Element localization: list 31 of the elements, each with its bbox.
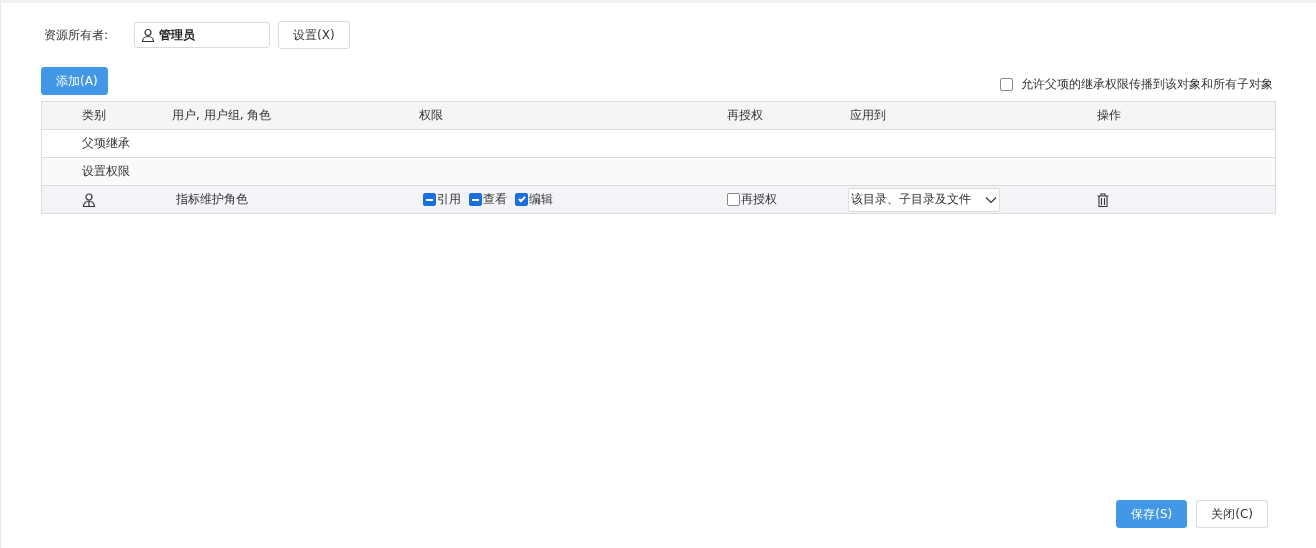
column-header: 操作	[1097, 107, 1122, 124]
regrant-label: 再授权	[741, 191, 777, 208]
permission-label: 编辑	[529, 191, 553, 208]
delete-icon[interactable]	[1097, 192, 1109, 207]
section-label: 设置权限	[81, 163, 131, 180]
set-owner-button[interactable]: 设置(X)	[278, 21, 350, 49]
permission-row[interactable]: 指标维护角色 引用 查看 编辑 再授权 该目录、子目录及文件	[42, 185, 1275, 213]
column-header: 用户, 用户组, 角色	[172, 107, 273, 124]
permission-label: 引用	[437, 191, 461, 208]
dialog-button[interactable]: 关闭(C)	[1196, 500, 1268, 528]
permission-checkbox[interactable]	[469, 193, 482, 206]
owner-name: 管理员	[159, 26, 195, 44]
user-icon	[141, 28, 155, 42]
chevron-down-icon	[985, 195, 997, 204]
owner-label: 资源所有者:	[43, 26, 110, 44]
apply-to-dropdown[interactable]: 该目录、子目录及文件	[848, 187, 1000, 212]
regrant-checkbox[interactable]	[727, 193, 740, 206]
check-icon	[517, 194, 526, 202]
role-name: 指标维护角色	[175, 191, 249, 208]
permission-checkbox[interactable]	[423, 193, 436, 206]
column-header: 类别	[81, 107, 107, 124]
column-header: 权限	[419, 107, 444, 124]
permission-checkbox[interactable]	[515, 193, 528, 206]
propagate-label: 允许父项的继承权限传播到该对象和所有子对象	[1021, 76, 1273, 93]
propagate-checkbox[interactable]	[1000, 78, 1013, 91]
section-label: 父项继承	[81, 135, 131, 152]
column-header: 再授权	[727, 107, 764, 124]
role-icon	[82, 192, 96, 207]
column-header: 应用到	[850, 107, 887, 124]
permission-label: 查看	[483, 191, 507, 208]
owner-field[interactable]: 管理员	[134, 22, 270, 48]
